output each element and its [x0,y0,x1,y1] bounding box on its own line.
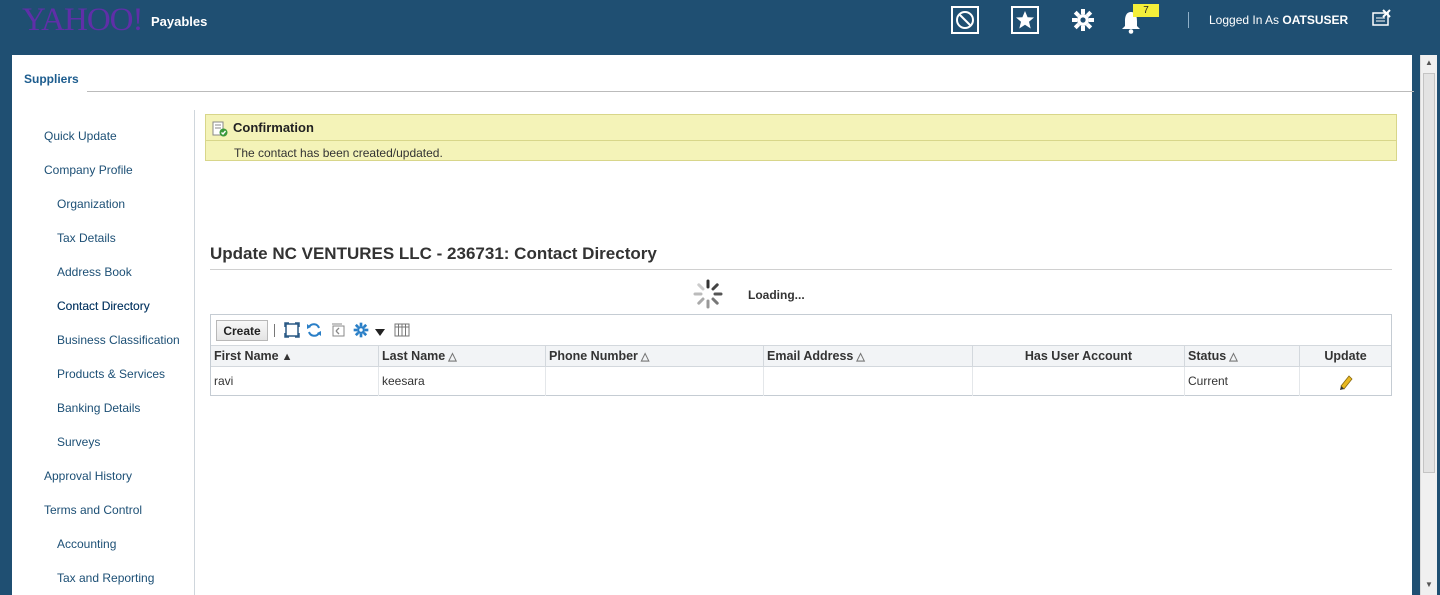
chevron-down-icon[interactable] [371,323,389,341]
sort-ascending-icon[interactable]: ▲ [282,351,293,363]
notification-count-badge[interactable]: 7 [1133,4,1159,17]
cell-status: Current [1185,367,1300,396]
loading-spinner-icon [692,278,724,310]
sidebar-item-banking-details[interactable]: Banking Details [57,401,140,415]
column-header-email-address[interactable]: Email Address △ [764,346,973,367]
navigator-icon[interactable] [951,6,979,34]
settings-gear-icon[interactable] [1069,6,1097,34]
settings-gear-icon[interactable] [352,321,370,339]
app-name: Payables [151,14,208,29]
column-header-status[interactable]: Status △ [1185,346,1300,367]
detach-icon[interactable] [283,321,301,339]
sidebar-item-surveys[interactable]: Surveys [57,435,100,449]
app-header: YAHOO! Payables 7 Logged In As OATSUSER [0,0,1440,55]
cell-email-address [764,367,973,396]
confirmation-message: The contact has been created/updated. [234,146,443,160]
close-window-icon[interactable] [1372,9,1392,27]
freeze-columns-icon[interactable] [393,321,411,339]
column-label: Has User Account [1024,349,1133,363]
column-header-first-name[interactable]: First Name ▲ [211,346,379,367]
sidebar-item-organization[interactable]: Organization [57,197,125,211]
table-toolbar: Create [211,315,1391,345]
sort-icon[interactable]: △ [1229,351,1237,363]
tab-suppliers[interactable]: Suppliers [24,72,79,86]
table-row[interactable]: ravi keesara Current [211,367,1391,396]
vertical-scrollbar[interactable]: ▲ ▼ [1420,55,1437,595]
create-button[interactable]: Create [216,320,268,341]
sort-icon[interactable]: △ [856,351,864,363]
cell-phone-number [546,367,764,396]
scrollbar-thumb[interactable] [1423,73,1435,473]
sidebar-item-tax-and-reporting[interactable]: Tax and Reporting [57,571,154,585]
update-pencil-icon[interactable] [1300,367,1391,396]
column-label: Email Address [767,349,854,363]
header-divider [1188,12,1189,28]
column-header-phone-number[interactable]: Phone Number △ [546,346,764,367]
sidebar-item-approval-history[interactable]: Approval History [44,469,132,483]
sidebar-item-address-book[interactable]: Address Book [57,265,132,279]
sidebar: Quick Update Company Profile Organizatio… [12,110,195,595]
sidebar-item-products-services[interactable]: Products & Services [57,367,165,381]
column-header-update: Update [1300,346,1391,367]
scroll-up-icon[interactable]: ▲ [1425,58,1433,67]
sidebar-item-quick-update[interactable]: Quick Update [44,129,117,143]
column-label: Last Name [382,349,446,363]
sidebar-item-contact-directory[interactable]: Contact Directory [57,299,150,313]
table-header: First Name ▲ Last Name △ Phone Number △ Ema… [211,345,1391,367]
contacts-table: Create First Name ▲ Last Name △ Phone Nu… [210,314,1392,396]
username[interactable]: OATSUSER [1282,13,1348,27]
sort-icon[interactable]: △ [448,351,456,363]
refresh-icon[interactable] [305,321,323,339]
title-divider [210,269,1392,270]
logged-in-prefix: Logged In As [1209,13,1280,27]
toolbar-divider [274,324,275,337]
column-label: Status [1188,349,1227,363]
loading-text: Loading... [748,288,805,302]
column-header-has-user-account: Has User Account [973,346,1185,367]
sidebar-item-terms-and-control[interactable]: Terms and Control [44,503,142,517]
favorites-star-icon[interactable] [1011,6,1039,34]
scroll-down-icon[interactable]: ▼ [1425,580,1433,589]
cell-has-user-account [973,367,1185,396]
confirmation-divider [206,140,1396,141]
column-label: First Name [214,349,279,363]
cell-first-name: ravi [211,367,379,396]
cell-last-name: keesara [379,367,546,396]
confirmation-document-icon [212,121,228,137]
confirmation-box: Confirmation The contact has been create… [205,114,1397,161]
sidebar-item-tax-details[interactable]: Tax Details [57,231,116,245]
sort-icon[interactable]: △ [641,351,649,363]
undo-icon[interactable] [329,321,347,339]
column-label: Update [1324,349,1367,363]
sidebar-item-accounting[interactable]: Accounting [57,537,116,551]
main-panel: Suppliers Quick Update Company Profile O… [12,55,1414,595]
column-header-last-name[interactable]: Last Name △ [379,346,546,367]
confirmation-title: Confirmation [233,120,314,135]
sidebar-item-business-classification[interactable]: Business Classification [57,333,180,347]
yahoo-logo[interactable]: YAHOO! [22,2,143,39]
page-title: Update NC VENTURES LLC - 236731: Contact… [210,244,657,263]
tab-divider [87,91,1414,92]
logged-in-label: Logged In As OATSUSER [1209,13,1348,27]
column-label: Phone Number [549,349,638,363]
sidebar-item-company-profile[interactable]: Company Profile [44,163,133,177]
